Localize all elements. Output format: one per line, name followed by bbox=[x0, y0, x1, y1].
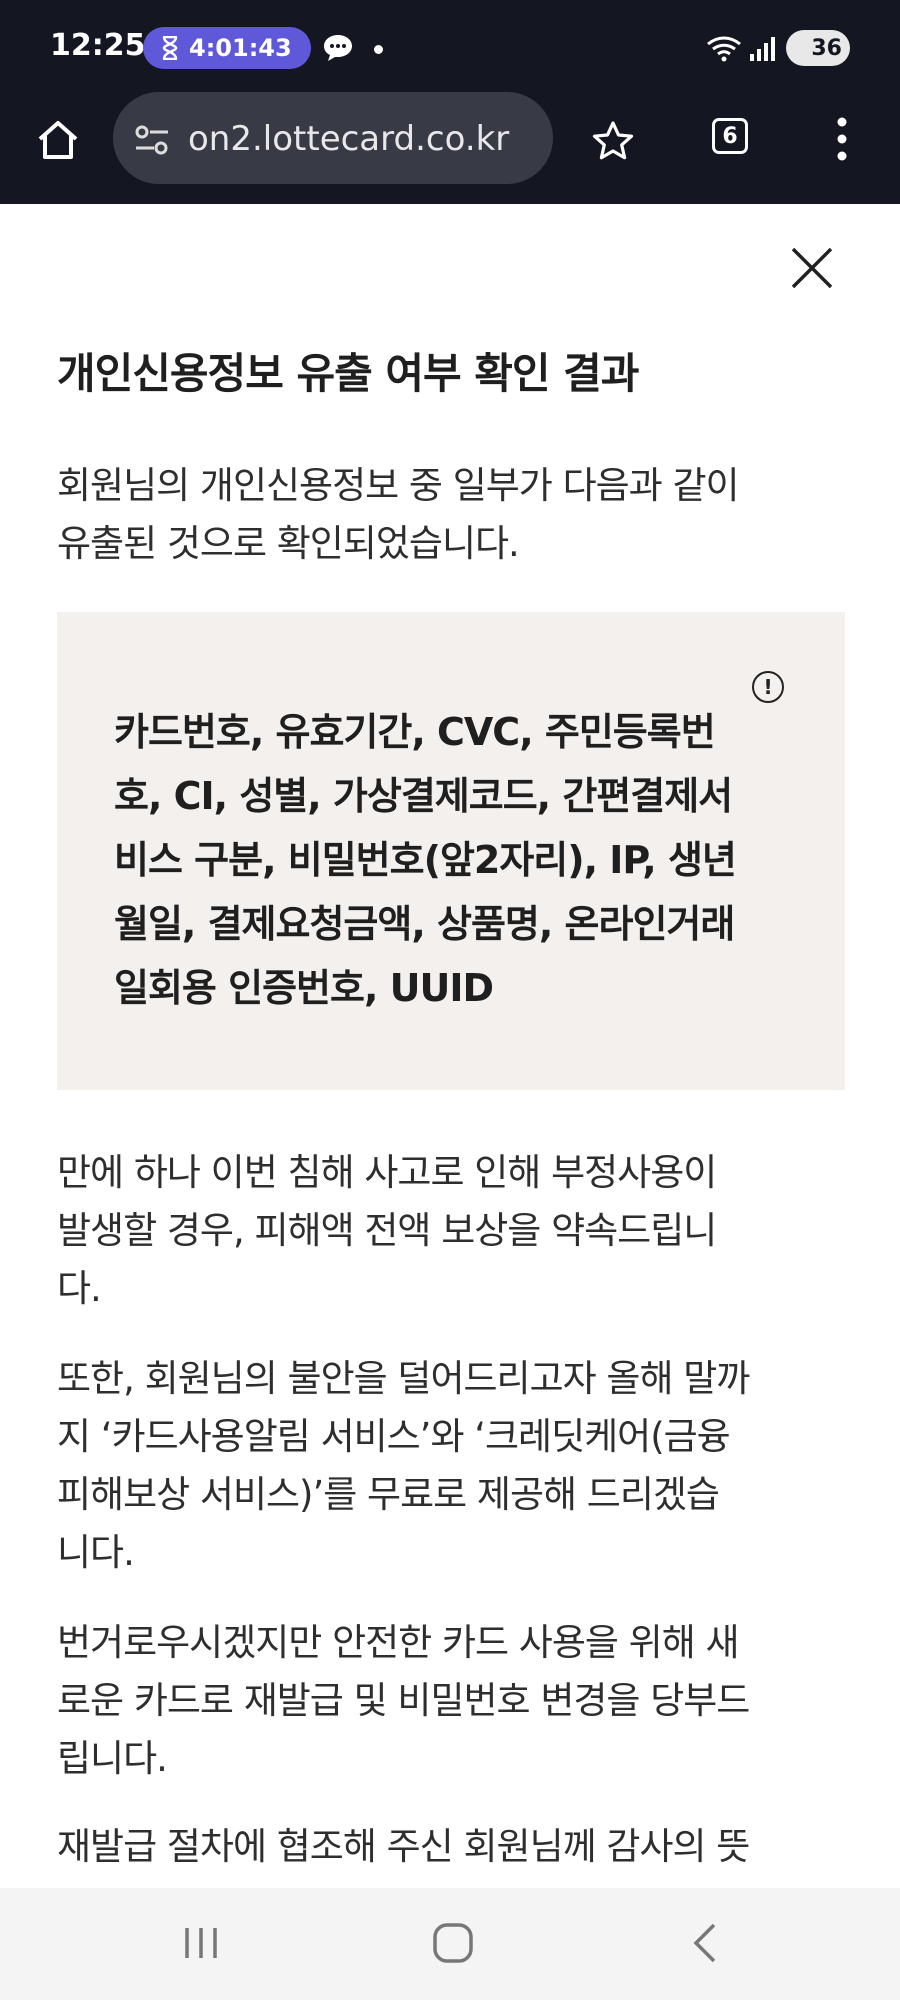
paragraph-line: 재발급 절차에 협조해 주신 회원님께 감사의 뜻 bbox=[57, 1825, 750, 1868]
timer-pill[interactable]: 4:01:43 bbox=[143, 27, 311, 69]
bookmark-star-icon[interactable] bbox=[592, 120, 634, 160]
intro-paragraph: 회원님의 개인신용정보 중 일부가 다음과 같이 유출된 것으로 확인되었습니다… bbox=[57, 457, 847, 573]
paragraph-line: 로운 카드로 재발급 및 비밀번호 변경을 당부드 bbox=[57, 1679, 750, 1722]
wifi-icon bbox=[707, 36, 741, 62]
leaked-info-line: 비스 구분, 비밀번호(앞2자리), IP, 생년 bbox=[114, 838, 737, 882]
site-settings-icon[interactable] bbox=[134, 124, 170, 156]
info-icon[interactable]: ! bbox=[752, 671, 784, 703]
system-nav-bar bbox=[0, 1888, 900, 2000]
paragraph-line: 립니다. bbox=[57, 1737, 168, 1780]
timer-text: 4:01:43 bbox=[189, 34, 292, 62]
paragraph-line: 번거로우시겠지만 안전한 카드 사용을 위해 새 bbox=[57, 1621, 740, 1664]
compensation-paragraph: 만에 하나 이번 침해 사고로 인해 부정사용이 발생할 경우, 피해액 전액 … bbox=[57, 1144, 847, 1318]
paragraph-line: 니다. bbox=[57, 1531, 135, 1574]
free-service-paragraph: 또한, 회원님의 불안을 덜어드리고자 올해 말까 지 ‘카드사용알림 서비스’… bbox=[57, 1350, 847, 1582]
leaked-info-line: 월일, 결제요청금액, 상품명, 온라인거래 bbox=[114, 902, 735, 946]
back-icon[interactable] bbox=[690, 1922, 720, 1964]
home-icon[interactable] bbox=[36, 118, 80, 162]
leaked-info-line: 호, CI, 성별, 가상결제코드, 간편결제서 bbox=[114, 774, 733, 818]
recent-apps-icon[interactable] bbox=[182, 1924, 220, 1962]
status-bar: 12:25 4:01:43 36 bbox=[0, 0, 900, 96]
battery-level: 36 bbox=[811, 35, 842, 61]
leaked-info-list: 카드번호, 유효기간, CVC, 주민등록번 호, CI, 성별, 가상결제코드… bbox=[114, 700, 804, 1020]
paragraph-line: 지 ‘카드사용알림 서비스’와 ‘크레딧케어(금융 bbox=[57, 1415, 731, 1458]
home-nav-icon[interactable] bbox=[432, 1922, 474, 1964]
paragraph-line: 만에 하나 이번 침해 사고로 인해 부정사용이 bbox=[57, 1151, 717, 1194]
paragraph-line: 발생할 경우, 피해액 전액 보상을 약속드립니 bbox=[57, 1209, 717, 1252]
intro-line: 유출된 것으로 확인되었습니다. bbox=[57, 522, 520, 565]
url-text[interactable]: on2.lottecard.co.kr bbox=[188, 114, 548, 164]
leaked-info-line: 카드번호, 유효기간, CVC, 주민등록번 bbox=[114, 710, 716, 754]
intro-line: 회원님의 개인신용정보 중 일부가 다음과 같이 bbox=[57, 464, 740, 507]
leaked-info-line: 일회용 인증번호, UUID bbox=[114, 966, 494, 1010]
dot-icon bbox=[374, 45, 383, 54]
more-menu-icon[interactable] bbox=[832, 116, 852, 162]
thanks-paragraph: 재발급 절차에 협조해 주신 회원님께 감사의 뜻 bbox=[57, 1818, 847, 1876]
status-time: 12:25 bbox=[50, 28, 146, 63]
paragraph-line: 또한, 회원님의 불안을 덜어드리고자 올해 말까 bbox=[57, 1357, 750, 1400]
battery-icon: 36 bbox=[786, 30, 850, 66]
hourglass-icon bbox=[162, 36, 178, 60]
paragraph-line: 피해보상 서비스)’를 무료로 제공해 드리겠습 bbox=[57, 1473, 720, 1516]
chat-icon bbox=[324, 35, 352, 61]
reissue-paragraph: 번거로우시겠지만 안전한 카드 사용을 위해 새 로운 카드로 재발급 및 비밀… bbox=[57, 1614, 847, 1788]
tabs-icon[interactable]: 6 bbox=[712, 118, 748, 154]
close-icon[interactable] bbox=[790, 246, 834, 290]
signal-icon bbox=[750, 37, 775, 61]
tab-count: 6 bbox=[722, 123, 738, 149]
paragraph-line: 다. bbox=[57, 1267, 102, 1310]
page-title: 개인신용정보 유출 여부 확인 결과 bbox=[57, 349, 639, 398]
